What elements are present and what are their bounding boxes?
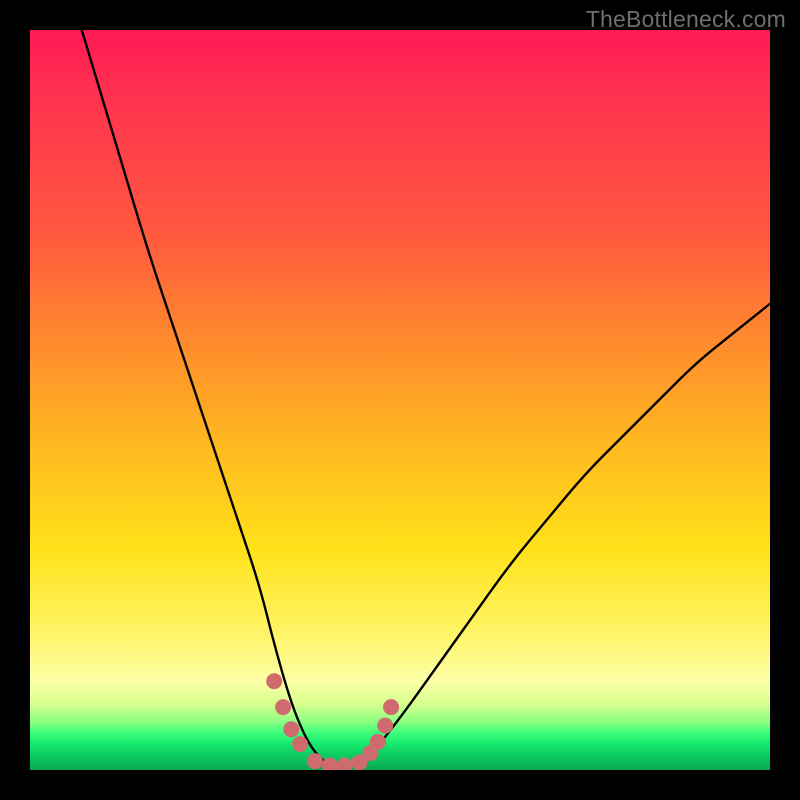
marker-dot — [337, 758, 353, 770]
watermark-text: TheBottleneck.com — [586, 6, 786, 33]
marker-dot — [377, 718, 393, 734]
marker-dot — [383, 699, 399, 715]
marker-dot — [370, 734, 386, 750]
marker-dot — [307, 753, 323, 769]
marker-dot — [275, 699, 291, 715]
bottleneck-curve — [82, 30, 770, 767]
marker-dot — [322, 758, 338, 770]
marker-dot — [266, 673, 282, 689]
plot-area — [30, 30, 770, 770]
marker-dot — [283, 721, 299, 737]
marker-dot — [292, 736, 308, 752]
chart-frame: TheBottleneck.com — [0, 0, 800, 800]
curve-layer — [30, 30, 770, 770]
